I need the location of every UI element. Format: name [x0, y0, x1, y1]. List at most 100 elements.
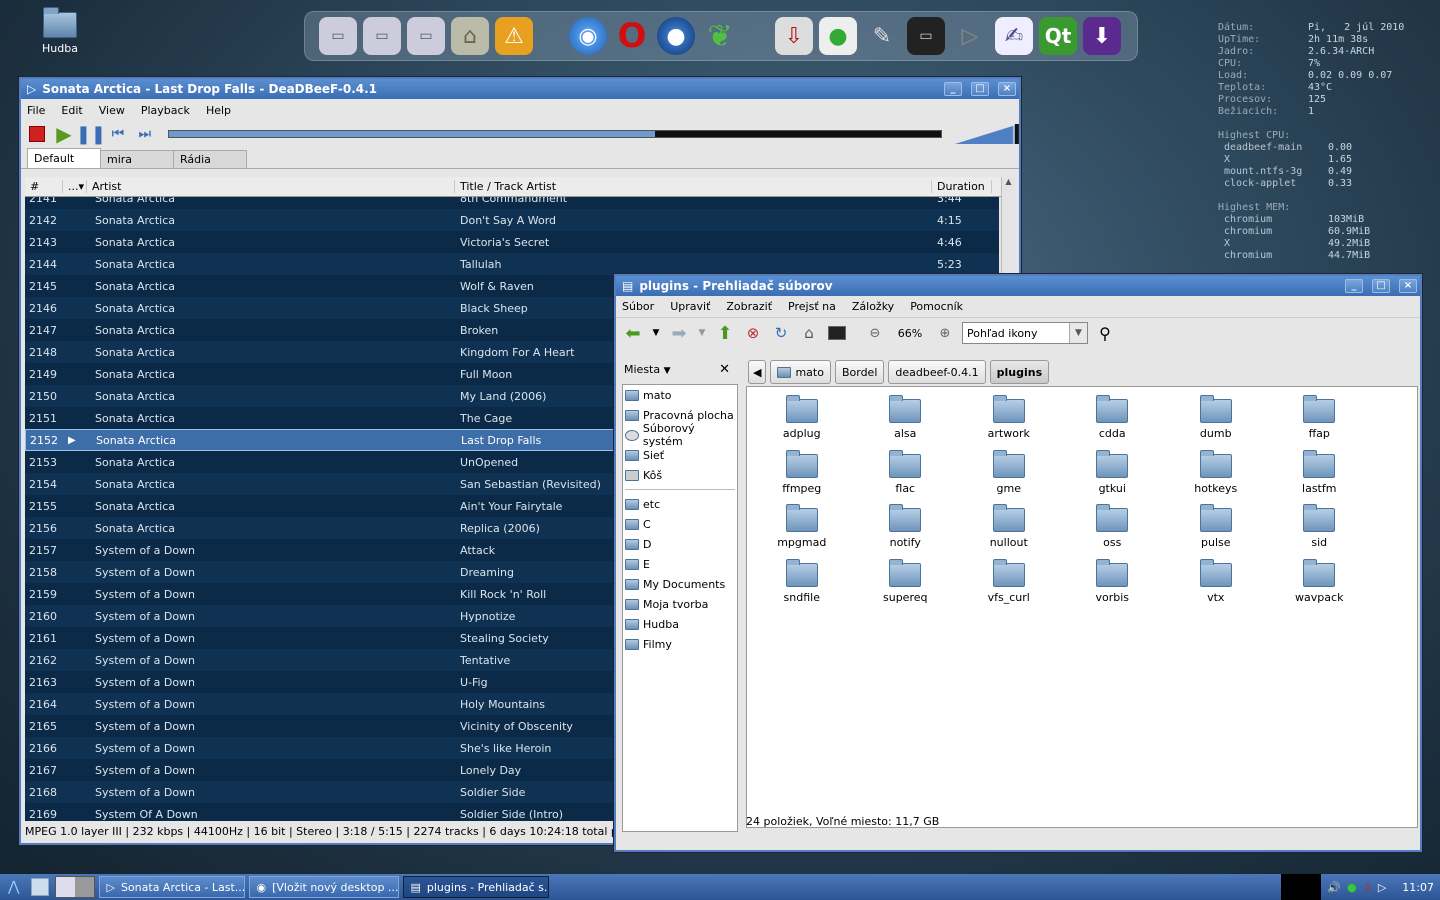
- view-mode-select[interactable]: Pohľad ikony ▼: [962, 322, 1088, 344]
- breadcrumb-item[interactable]: plugins: [989, 360, 1050, 384]
- maximize-button[interactable]: □: [971, 82, 989, 96]
- folder-item[interactable]: sndfile: [750, 557, 854, 612]
- menu-item[interactable]: Pomocník: [910, 300, 963, 313]
- firefox-icon[interactable]: ●: [657, 17, 695, 55]
- search-button[interactable]: ⚲: [1094, 322, 1116, 344]
- col-duration[interactable]: Duration: [932, 180, 992, 193]
- download-manager-icon[interactable]: ⇩: [775, 17, 813, 55]
- bookmark-item[interactable]: My Documents: [623, 574, 737, 594]
- folder-item[interactable]: ffmpeg: [750, 448, 854, 503]
- zoom-in-button[interactable]: ⊕: [934, 322, 956, 344]
- track-row[interactable]: 2142 Sonata Arctica Don't Say A Word 4:15: [25, 209, 999, 231]
- deadbeef-titlebar[interactable]: ▷ Sonata Arctica - Last Drop Falls - Dea…: [21, 79, 1019, 99]
- folder-item[interactable]: notify: [854, 502, 958, 557]
- monitor-applet[interactable]: [1281, 874, 1322, 900]
- folder-item[interactable]: cdda: [1061, 393, 1165, 448]
- volume-bar[interactable]: [955, 124, 1019, 144]
- qt-icon[interactable]: Qt: [1039, 17, 1077, 55]
- icon-view[interactable]: adplug alsa artwork cdda dumb ffap ffmpeg flac g…: [746, 386, 1418, 828]
- taskbar-task[interactable]: ▷ Sonata Arctica - Last...: [99, 876, 246, 898]
- folder-item[interactable]: supereq: [854, 557, 958, 612]
- chat-icon[interactable]: ●: [819, 17, 857, 55]
- chromium-icon[interactable]: ◉: [569, 17, 607, 55]
- home-button[interactable]: ⌂: [798, 322, 820, 344]
- menu-item-help[interactable]: Help: [206, 104, 231, 117]
- folder-item[interactable]: dumb: [1164, 393, 1268, 448]
- folder-item[interactable]: oss: [1061, 502, 1165, 557]
- home-icon[interactable]: ⌂: [451, 17, 489, 55]
- bookmark-item[interactable]: E: [623, 554, 737, 574]
- minimize-button[interactable]: _: [1345, 279, 1363, 293]
- stop-button[interactable]: ⊗: [742, 322, 764, 344]
- place-item[interactable]: Súborový systém: [623, 422, 737, 448]
- bookmark-item[interactable]: Filmy: [623, 634, 737, 654]
- seekbar[interactable]: [167, 130, 943, 138]
- menu-item-playback[interactable]: Playback: [141, 104, 190, 117]
- bookmark-item[interactable]: Hudba: [623, 614, 737, 634]
- minimize-button[interactable]: _: [944, 82, 962, 96]
- file-browser-titlebar[interactable]: ▤ plugins - Prehliadač súborov _ □ ×: [616, 276, 1420, 296]
- folder-item[interactable]: gme: [957, 448, 1061, 503]
- forward-button[interactable]: ➡: [668, 322, 690, 344]
- zoom-out-button[interactable]: ⊖: [864, 322, 886, 344]
- terminal-icon[interactable]: ▭: [907, 17, 945, 55]
- menu-item-file[interactable]: File: [27, 104, 45, 117]
- desktop-icon-hudba[interactable]: Hudba: [34, 7, 86, 55]
- back-button[interactable]: ⬅: [622, 322, 644, 344]
- drive-icon[interactable]: ▭: [407, 17, 445, 55]
- breadcrumb-item[interactable]: deadbeef-0.4.1: [888, 360, 986, 384]
- menu-item[interactable]: Súbor: [622, 300, 654, 313]
- pause-button[interactable]: ❚❚: [76, 124, 106, 145]
- workspace-switcher[interactable]: [55, 876, 96, 898]
- menu-item[interactable]: Zobraziť: [726, 300, 772, 313]
- drive-icon[interactable]: ▭: [319, 17, 357, 55]
- close-button[interactable]: ×: [1399, 279, 1417, 293]
- warning-icon[interactable]: ⚠: [495, 17, 533, 55]
- folder-item[interactable]: vorbis: [1061, 557, 1165, 612]
- folder-item[interactable]: mpgmad: [750, 502, 854, 557]
- folder-item[interactable]: gtkui: [1061, 448, 1165, 503]
- stop-button[interactable]: [27, 124, 47, 144]
- show-desktop-icon[interactable]: [31, 878, 50, 896]
- place-item[interactable]: mato: [623, 385, 737, 405]
- col-artist[interactable]: Artist: [87, 180, 455, 193]
- playlist-tab[interactable]: mira: [100, 150, 174, 168]
- folder-item[interactable]: pulse: [1164, 502, 1268, 557]
- place-item[interactable]: Sieť: [623, 445, 737, 465]
- close-button[interactable]: ×: [998, 82, 1016, 96]
- folder-item[interactable]: adplug: [750, 393, 854, 448]
- playlist-tab[interactable]: Rádia: [173, 150, 247, 168]
- breadcrumb-item[interactable]: Bordel: [834, 360, 885, 384]
- taskbar-task[interactable]: ▤ plugins - Prehliadač s...: [403, 876, 550, 898]
- col-title[interactable]: Title / Track Artist: [455, 180, 932, 193]
- folder-item[interactable]: flac: [854, 448, 958, 503]
- play-button[interactable]: ▶: [54, 122, 74, 146]
- leaf-icon[interactable]: ❦: [701, 17, 739, 55]
- place-item[interactable]: Kôš: [623, 465, 737, 485]
- folder-item[interactable]: ffap: [1268, 393, 1372, 448]
- folder-item[interactable]: lastfm: [1268, 448, 1372, 503]
- next-button[interactable]: ⏭: [135, 124, 155, 144]
- previous-button[interactable]: ⏮: [108, 124, 128, 144]
- bookmark-item[interactable]: etc: [623, 494, 737, 514]
- breadcrumb-item[interactable]: mato: [770, 360, 831, 384]
- download-manager-icon[interactable]: ⇩: [1363, 881, 1372, 894]
- taskbar-task[interactable]: ◉ [Vložit nový desktop ...: [249, 876, 400, 898]
- menu-item-view[interactable]: View: [99, 104, 125, 117]
- folder-item[interactable]: wavpack: [1268, 557, 1372, 612]
- col-number[interactable]: #: [25, 180, 63, 193]
- sidebar-selector[interactable]: Miesta ▼: [624, 363, 671, 376]
- playlist-tab[interactable]: Default: [27, 148, 101, 168]
- bookmark-item[interactable]: Moja tvorba: [623, 594, 737, 614]
- folder-item[interactable]: hotkeys: [1164, 448, 1268, 503]
- folder-item[interactable]: sid: [1268, 502, 1372, 557]
- track-row[interactable]: 2141 Sonata Arctica 8th Commandment 3:44: [25, 197, 999, 209]
- folder-item[interactable]: artwork: [957, 393, 1061, 448]
- back-history-button[interactable]: ▼: [650, 322, 662, 344]
- close-sidebar-icon[interactable]: ✕: [719, 362, 730, 377]
- menu-item-edit[interactable]: Edit: [61, 104, 82, 117]
- gimp-icon[interactable]: ✎: [863, 17, 901, 55]
- menu-item[interactable]: Upraviť: [670, 300, 710, 313]
- opera-icon[interactable]: O: [613, 16, 651, 56]
- folder-item[interactable]: alsa: [854, 393, 958, 448]
